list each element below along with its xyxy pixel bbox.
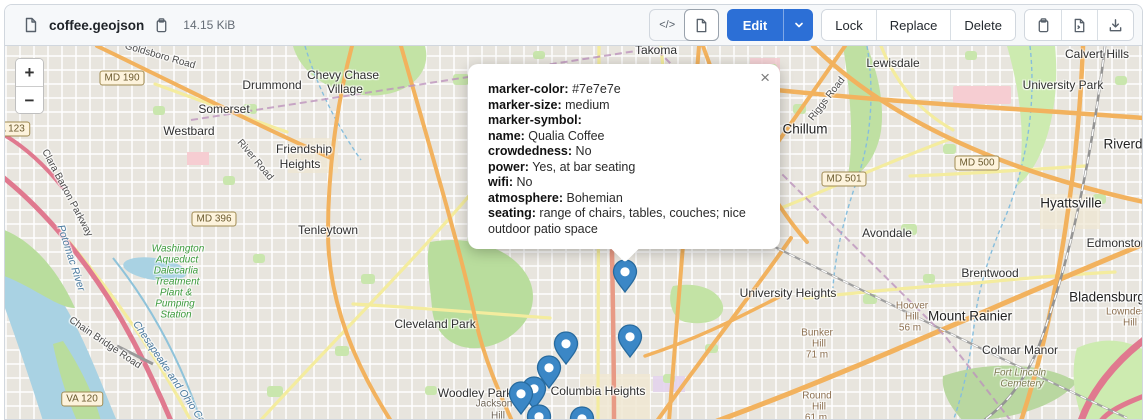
gist-file-card: coffee.geojson 14.15 KiB </> Edit [4, 4, 1143, 420]
rendered-view-button[interactable] [684, 9, 719, 41]
popup-property: wifi: No [488, 175, 752, 191]
file-header: coffee.geojson 14.15 KiB </> Edit [5, 5, 1142, 46]
map-popup: × marker-color: #7e7e7emarker-size: medi… [468, 64, 780, 249]
popup-property: marker-symbol: [488, 113, 752, 129]
copy-button[interactable] [1025, 10, 1061, 40]
popup-property: name: Qualia Coffee [488, 129, 752, 145]
file-size: 14.15 KiB [183, 18, 235, 32]
file-icon-group [1024, 9, 1134, 41]
map-marker[interactable] [617, 324, 643, 358]
popup-property: atmosphere: Bohemian [488, 191, 752, 207]
edit-split-button: Edit [727, 9, 814, 41]
map-marker[interactable] [612, 259, 638, 293]
map-marker[interactable] [526, 404, 552, 420]
copy-filename-button[interactable] [152, 16, 171, 35]
popup-property: seating: range of chairs, tables, couche… [488, 206, 752, 237]
file-icon [694, 18, 709, 33]
popup-property: marker-color: #7e7e7e [488, 82, 752, 98]
lock-button[interactable]: Lock [822, 10, 875, 40]
delete-button[interactable]: Delete [950, 10, 1015, 40]
popup-property: power: Yes, at bar seating [488, 160, 752, 176]
zoom-control: + − [15, 58, 44, 114]
map-marker[interactable] [569, 406, 595, 420]
file-action-group: Lock Replace Delete [821, 9, 1016, 41]
code-icon: </> [659, 19, 675, 31]
file-code-icon [1072, 18, 1087, 33]
clipboard-icon [1036, 18, 1051, 33]
popup-property: crowdedness: No [488, 144, 752, 160]
replace-button[interactable]: Replace [876, 10, 951, 40]
raw-file-button[interactable] [1061, 10, 1097, 40]
code-view-button[interactable]: </> [650, 9, 685, 41]
popup-property: marker-size: medium [488, 98, 752, 114]
file-icon [23, 17, 39, 33]
zoom-out-button[interactable]: − [16, 86, 43, 113]
zoom-in-button[interactable]: + [16, 59, 43, 86]
download-icon [1108, 18, 1123, 33]
file-name: coffee.geojson [49, 18, 144, 33]
view-toggle: </> [649, 9, 719, 41]
chevron-down-icon [793, 19, 805, 31]
download-button[interactable] [1097, 10, 1133, 40]
map-canvas[interactable]: TakomaChevy ChaseVillageDrummondSomerset… [5, 46, 1142, 420]
popup-close-button[interactable]: × [757, 66, 773, 89]
edit-button[interactable]: Edit [727, 9, 784, 41]
popup-content: marker-color: #7e7e7emarker-size: medium… [488, 82, 752, 237]
edit-dropdown-button[interactable] [783, 9, 813, 41]
